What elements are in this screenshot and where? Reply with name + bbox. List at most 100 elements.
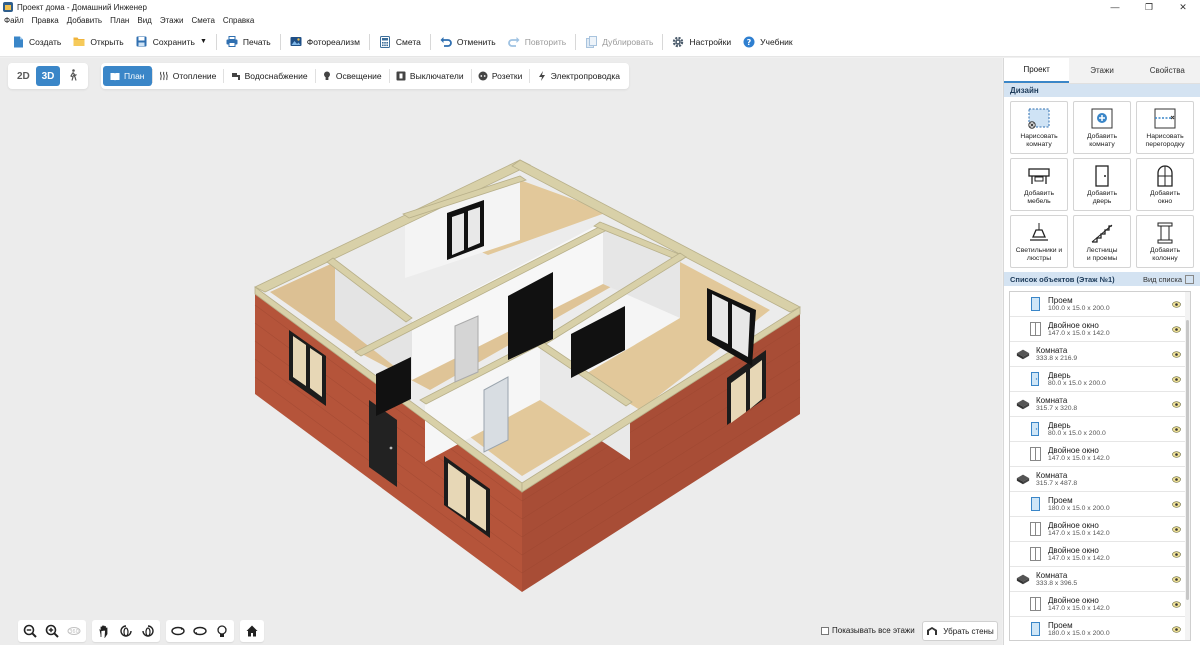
menu-plan[interactable]: План bbox=[110, 16, 129, 25]
tab-floors[interactable]: Этажи bbox=[1069, 58, 1135, 83]
object-list-item[interactable]: Проем 100.0 x 15.0 x 200.0 bbox=[1010, 292, 1190, 317]
layer-wiring-tab[interactable]: Электропроводка bbox=[530, 66, 627, 86]
object-list-item[interactable]: Двойное окно 147.0 x 15.0 x 142.0 bbox=[1010, 592, 1190, 617]
object-list-item[interactable]: Комната 315.7 x 487.8 bbox=[1010, 467, 1190, 492]
save-dropdown-icon[interactable]: ▼ bbox=[200, 38, 207, 45]
tilt-down-icon[interactable] bbox=[189, 621, 211, 641]
photorealism-button[interactable]: Фотореализм bbox=[284, 31, 366, 53]
tab-project[interactable]: Проект bbox=[1004, 58, 1070, 83]
lamps-button[interactable]: Светильники и люстры bbox=[1010, 215, 1068, 268]
visibility-eye-icon[interactable] bbox=[1172, 625, 1181, 633]
tilt-up-icon[interactable] bbox=[167, 621, 189, 641]
minimize-button[interactable]: — bbox=[1098, 0, 1132, 14]
object-name: Проем bbox=[1048, 621, 1073, 630]
layer-lighting-tab[interactable]: Освещение bbox=[315, 66, 389, 86]
menu-add[interactable]: Добавить bbox=[67, 16, 102, 25]
draw-partition-button[interactable]: Нарисовать перегородку bbox=[1136, 101, 1194, 154]
visibility-eye-icon[interactable] bbox=[1172, 450, 1181, 458]
object-list-item[interactable]: Двойное окно 147.0 x 15.0 x 142.0 bbox=[1010, 542, 1190, 567]
zoom-out-icon[interactable] bbox=[19, 621, 41, 641]
view-3d-button[interactable]: 3D bbox=[35, 66, 61, 86]
visibility-eye-icon[interactable] bbox=[1172, 350, 1181, 358]
object-list-item[interactable]: Двойное окно 147.0 x 15.0 x 142.0 bbox=[1010, 517, 1190, 542]
stairs-button[interactable]: Лестницы и проемы bbox=[1073, 215, 1131, 268]
view-2d-button[interactable]: 2D bbox=[11, 66, 36, 86]
rotate-left-icon[interactable] bbox=[115, 621, 137, 641]
remove-walls-button[interactable]: Убрать стены bbox=[922, 621, 998, 641]
layer-plan-tab[interactable]: План bbox=[103, 66, 152, 86]
object-list-item[interactable]: Комната 333.8 x 396.5 bbox=[1010, 567, 1190, 592]
draw-room-button[interactable]: Нарисовать комнату bbox=[1010, 101, 1068, 154]
menu-floors[interactable]: Этажи bbox=[160, 16, 184, 25]
pan-hand-icon[interactable] bbox=[93, 621, 115, 641]
menu-edit[interactable]: Правка bbox=[32, 16, 59, 25]
redo-button[interactable]: Повторить bbox=[502, 31, 573, 53]
add-window-button[interactable]: Добавить окно bbox=[1136, 158, 1194, 211]
add-room-button[interactable]: Добавить комнату bbox=[1073, 101, 1131, 154]
object-list-item[interactable]: Двойное окно 147.0 x 15.0 x 142.0 bbox=[1010, 317, 1190, 342]
layer-water-tab[interactable]: Водоснабжение bbox=[224, 66, 315, 86]
layer-heating-tab[interactable]: Отопление bbox=[152, 66, 224, 86]
visibility-eye-icon[interactable] bbox=[1172, 475, 1181, 483]
visibility-eye-icon[interactable] bbox=[1172, 375, 1181, 383]
object-list-item[interactable]: Дверь 80.0 x 15.0 x 200.0 bbox=[1010, 367, 1190, 392]
open-button[interactable]: Открыть bbox=[67, 31, 129, 53]
create-button[interactable]: Создать bbox=[6, 31, 67, 53]
light-bulb-icon[interactable] bbox=[211, 621, 233, 641]
duplicate-button[interactable]: Дублировать bbox=[579, 31, 659, 53]
close-button[interactable]: ✕ bbox=[1166, 0, 1200, 14]
furniture-icon bbox=[1026, 164, 1052, 188]
rotate-360-icon[interactable]: 360 bbox=[63, 621, 85, 641]
add-door-button[interactable]: Добавить дверь bbox=[1073, 158, 1131, 211]
save-button[interactable]: Сохранить ▼ bbox=[130, 31, 213, 53]
menu-file[interactable]: Файл bbox=[4, 16, 24, 25]
house-3d-model[interactable] bbox=[0, 58, 1002, 645]
menu-view[interactable]: Вид bbox=[137, 16, 151, 25]
add-furniture-button[interactable]: Добавить мебель bbox=[1010, 158, 1068, 211]
add-column-button[interactable]: Добавить колонну bbox=[1136, 215, 1194, 268]
zoom-in-icon[interactable] bbox=[41, 621, 63, 641]
show-all-floors-checkbox[interactable] bbox=[821, 626, 829, 635]
object-list-item[interactable]: Проем 180.0 x 15.0 x 200.0 bbox=[1010, 492, 1190, 517]
list-view-toggle[interactable]: Вид списка bbox=[1143, 274, 1194, 284]
layer-sockets-tab[interactable]: Розетки bbox=[471, 66, 530, 86]
right-panel: Проект Этажи Свойства Дизайн Нарисовать … bbox=[1003, 58, 1200, 645]
print-button[interactable]: Печать bbox=[220, 31, 277, 53]
object-dimensions: 333.8 x 216.9 bbox=[1036, 355, 1078, 362]
menu-help[interactable]: Справка bbox=[223, 16, 254, 25]
walk-mode-button[interactable] bbox=[60, 66, 85, 86]
object-dimensions: 80.0 x 15.0 x 200.0 bbox=[1048, 430, 1106, 437]
visibility-eye-icon[interactable] bbox=[1172, 525, 1181, 533]
object-list-item[interactable]: Проем 180.0 x 15.0 x 200.0 bbox=[1010, 617, 1190, 640]
visibility-eye-icon[interactable] bbox=[1172, 400, 1181, 408]
layer-switches-tab[interactable]: Выключатели bbox=[389, 66, 471, 86]
object-name: Двойное окно bbox=[1048, 321, 1099, 330]
visibility-eye-icon[interactable] bbox=[1172, 300, 1181, 308]
visibility-eye-icon[interactable] bbox=[1172, 325, 1181, 333]
object-list-item[interactable]: Комната 333.8 x 216.9 bbox=[1010, 342, 1190, 367]
object-list-item[interactable]: Двойное окно 147.0 x 15.0 x 142.0 bbox=[1010, 442, 1190, 467]
object-text: Комната 315.7 x 320.8 bbox=[1036, 396, 1077, 412]
settings-button[interactable]: Настройки bbox=[666, 31, 737, 53]
visibility-eye-icon[interactable] bbox=[1172, 425, 1181, 433]
show-all-floors-option[interactable]: Показывать все этажи bbox=[821, 626, 915, 635]
scrollbar-thumb[interactable] bbox=[1186, 320, 1189, 600]
object-list[interactable]: Проем 100.0 x 15.0 x 200.0 Двойное окно 147… bbox=[1009, 291, 1191, 641]
object-list-item[interactable]: Дверь 80.0 x 15.0 x 200.0 bbox=[1010, 417, 1190, 442]
visibility-eye-icon[interactable] bbox=[1172, 500, 1181, 508]
maximize-button[interactable]: ❐ bbox=[1132, 0, 1166, 14]
rotate-right-icon[interactable] bbox=[137, 621, 159, 641]
tab-properties[interactable]: Свойства bbox=[1134, 58, 1200, 83]
menu-estimate[interactable]: Смета bbox=[191, 16, 214, 25]
visibility-eye-icon[interactable] bbox=[1172, 600, 1181, 608]
redo-label: Повторить bbox=[524, 36, 567, 47]
home-icon[interactable] bbox=[241, 621, 263, 641]
visibility-eye-icon[interactable] bbox=[1172, 575, 1181, 583]
undo-button[interactable]: Отменить bbox=[434, 31, 502, 53]
tutorial-button[interactable]: ? Учебник bbox=[737, 31, 799, 53]
estimate-button[interactable]: Смета bbox=[373, 31, 427, 53]
3d-viewport[interactable]: 2D 3D План Отопление Водоснабжение Освещ… bbox=[0, 58, 1002, 645]
object-list-scrollbar[interactable] bbox=[1185, 292, 1190, 640]
object-list-item[interactable]: Комната 315.7 x 320.8 bbox=[1010, 392, 1190, 417]
visibility-eye-icon[interactable] bbox=[1172, 550, 1181, 558]
